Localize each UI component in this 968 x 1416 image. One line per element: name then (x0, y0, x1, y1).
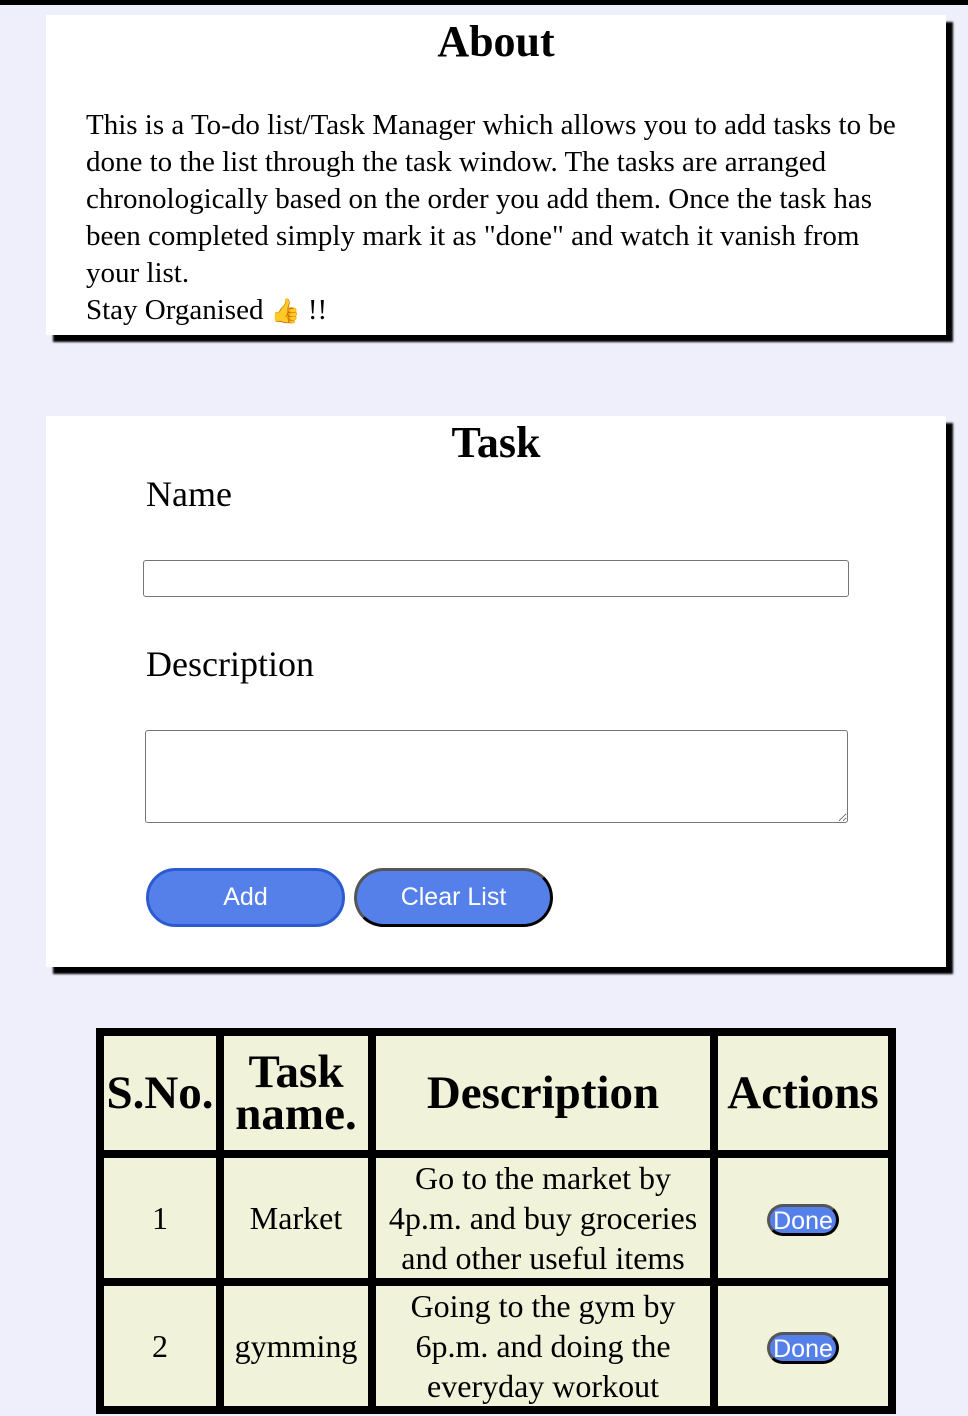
header-task-name: Task name. (224, 1036, 368, 1150)
table-row: 2 gymming Going to the gym by 6p.m. and … (104, 1286, 888, 1406)
done-button[interactable]: Done (767, 1332, 839, 1364)
task-name-input[interactable] (143, 560, 849, 597)
about-card: About This is a To-do list/Task Manager … (46, 15, 946, 335)
row-task-name: Market (224, 1158, 368, 1278)
row-description: Going to the gym by 6p.m. and doing the … (376, 1286, 710, 1406)
description-label: Description (146, 644, 314, 684)
task-card: Task Name Description Add Clear List (46, 416, 946, 967)
about-description: This is a To-do list/Task Manager which … (86, 109, 896, 289)
task-title: Task (451, 418, 541, 467)
clear-list-button[interactable]: Clear List (354, 868, 553, 927)
thumbs-up-icon: 👍 (270, 297, 301, 325)
header-sno: S.No. (104, 1036, 216, 1150)
task-description-input[interactable] (145, 730, 848, 823)
about-text: This is a To-do list/Task Manager which … (86, 107, 916, 330)
name-label: Name (146, 474, 232, 514)
sign-off-text: Stay Organised (86, 294, 264, 326)
about-sign-off: Stay Organised 👍 !! (86, 292, 916, 330)
header-actions: Actions (718, 1036, 888, 1150)
row-task-name: gymming (224, 1286, 368, 1406)
table-row: 1 Market Go to the market by 4p.m. and b… (104, 1158, 888, 1278)
row-actions: Done (718, 1286, 888, 1406)
task-table: S.No. Task name. Description Actions 1 M… (96, 1028, 896, 1414)
done-button[interactable]: Done (767, 1204, 839, 1236)
window-top-edge (0, 0, 968, 5)
sign-off-exclaim: !! (307, 294, 328, 326)
header-description: Description (376, 1036, 710, 1150)
add-button[interactable]: Add (146, 868, 345, 927)
row-sno: 1 (104, 1158, 216, 1278)
table-header-row: S.No. Task name. Description Actions (104, 1036, 888, 1150)
row-actions: Done (718, 1158, 888, 1278)
about-title: About (437, 17, 555, 66)
row-description: Go to the market by 4p.m. and buy grocer… (376, 1158, 710, 1278)
row-sno: 2 (104, 1286, 216, 1406)
